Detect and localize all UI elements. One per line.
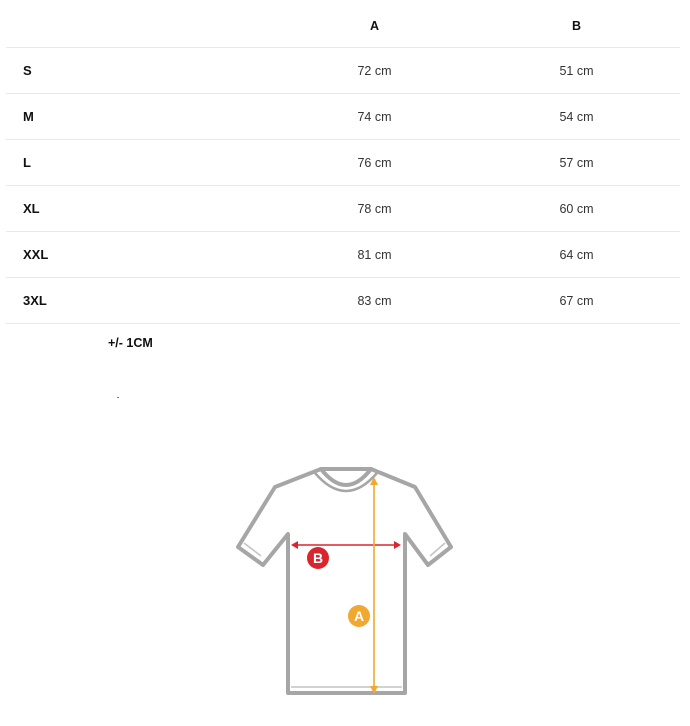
length-a-value: 74 cm <box>276 93 473 140</box>
length-a-value: 78 cm <box>276 185 473 232</box>
table-row: S 72 cm 51 cm <box>6 47 680 94</box>
table-row: M 74 cm 54 cm <box>6 93 680 140</box>
size-chart-table: A B S 72 cm 51 cm M 74 cm 54 cm L 76 cm … <box>6 5 680 324</box>
width-b-value: 51 cm <box>473 47 680 94</box>
table-row: XXL 81 cm 64 cm <box>6 231 680 278</box>
length-a-value: 72 cm <box>276 47 473 94</box>
marker-a-badge: A <box>348 605 370 627</box>
width-b-value: 64 cm <box>473 231 680 278</box>
width-b-value: 60 cm <box>473 185 680 232</box>
size-label: L <box>6 139 276 186</box>
marker-b-label: B <box>313 550 323 566</box>
width-b-value: 54 cm <box>473 93 680 140</box>
size-label: M <box>6 93 276 140</box>
header-b: B <box>473 5 680 48</box>
tshirt-outline <box>236 467 453 695</box>
tshirt-measurement-diagram: B A <box>236 467 453 695</box>
table-row: 3XL 83 cm 67 cm <box>6 277 680 324</box>
width-b-value: 67 cm <box>473 277 680 324</box>
size-label: 3XL <box>6 277 276 324</box>
length-a-value: 76 cm <box>276 139 473 186</box>
size-label: S <box>6 47 276 94</box>
marker-b-badge: B <box>307 547 329 569</box>
size-label: XL <box>6 185 276 232</box>
header-size <box>6 5 276 48</box>
length-a-value: 81 cm <box>276 231 473 278</box>
table-row: L 76 cm 57 cm <box>6 139 680 186</box>
length-a-value: 83 cm <box>276 277 473 324</box>
table-header-row: A B <box>6 5 680 48</box>
width-b-value: 57 cm <box>473 139 680 186</box>
marker-a-label: A <box>354 608 364 624</box>
table-row: XL 78 cm 60 cm <box>6 185 680 232</box>
header-a: A <box>276 5 473 48</box>
size-label: XXL <box>6 231 276 278</box>
stray-dot <box>117 397 119 398</box>
tolerance-note: +/- 1CM <box>108 336 153 350</box>
